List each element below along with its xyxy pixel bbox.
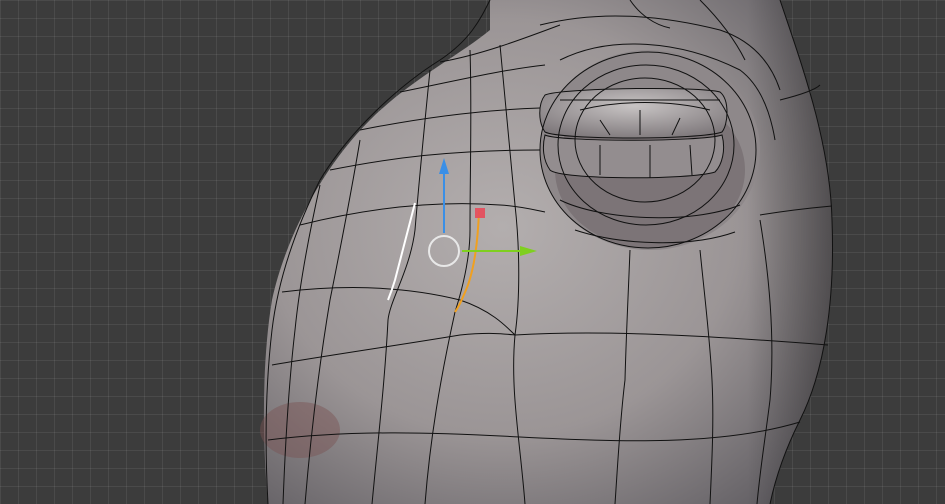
- gizmo-plane-handle[interactable]: [475, 208, 485, 218]
- 3d-viewport[interactable]: [0, 0, 945, 504]
- mesh-nub[interactable]: [539, 50, 760, 250]
